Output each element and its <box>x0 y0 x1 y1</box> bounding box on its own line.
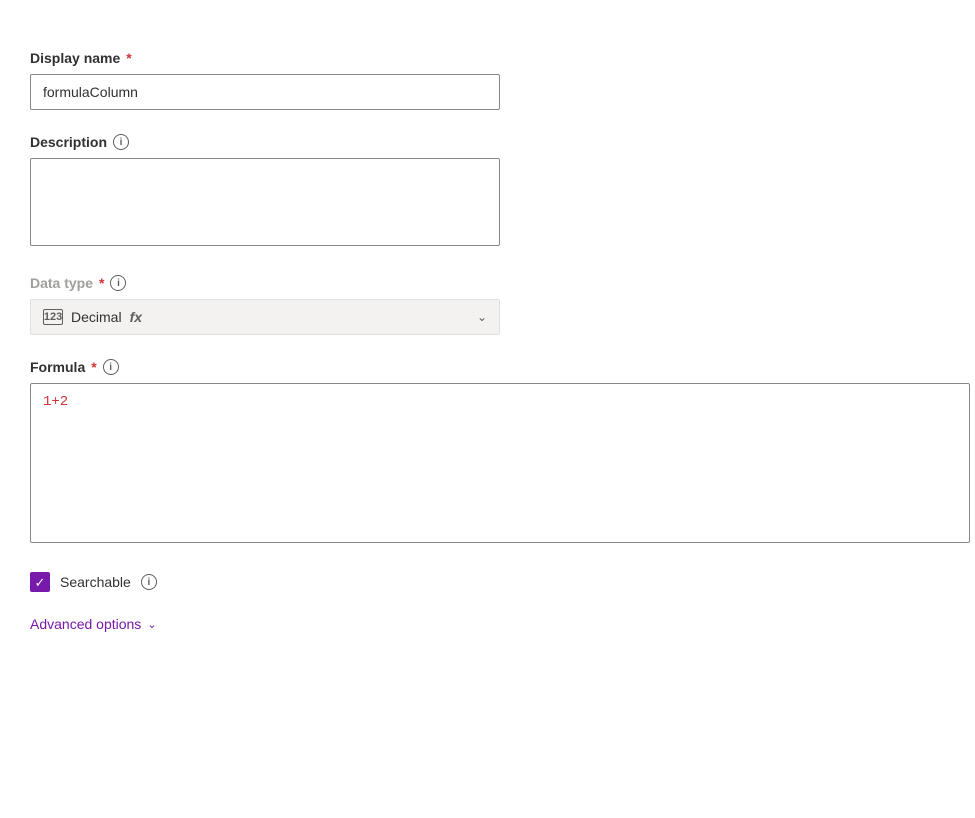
display-name-label-text: Display name <box>30 50 120 66</box>
chevron-down-icon: ⌄ <box>477 310 487 324</box>
data-type-required: * <box>99 275 104 291</box>
description-input[interactable] <box>30 158 500 246</box>
formula-label: Formula * i <box>30 359 945 375</box>
advanced-options-label: Advanced options <box>30 616 141 632</box>
searchable-group: ✓ Searchable i <box>30 572 945 592</box>
formula-label-text: Formula <box>30 359 85 375</box>
display-name-label: Display name * <box>30 50 945 66</box>
formula-required: * <box>91 359 96 375</box>
searchable-checkbox[interactable]: ✓ <box>30 572 50 592</box>
data-type-label: Data type * i <box>30 275 945 291</box>
description-label: Description i <box>30 134 945 150</box>
formula-wrapper: 1+2 <box>30 383 970 548</box>
display-name-group: Display name * <box>30 50 945 110</box>
dropdown-left-content: 123 Decimal fx <box>43 309 142 325</box>
description-label-text: Description <box>30 134 107 150</box>
formula-group: Formula * i 1+2 <box>30 359 945 548</box>
display-name-input[interactable] <box>30 74 500 110</box>
display-name-required: * <box>126 50 131 66</box>
data-type-group: Data type * i 123 Decimal fx ⌄ <box>30 275 945 335</box>
advanced-options-chevron-icon: ⌄ <box>147 618 156 631</box>
description-info-icon[interactable]: i <box>113 134 129 150</box>
number-icon: 123 <box>43 309 63 325</box>
advanced-options-link[interactable]: Advanced options ⌄ <box>30 616 157 632</box>
dropdown-selected-value: Decimal <box>71 309 122 325</box>
data-type-info-icon[interactable]: i <box>110 275 126 291</box>
fx-icon: fx <box>130 309 142 325</box>
description-group: Description i <box>30 134 945 251</box>
check-icon: ✓ <box>35 576 46 589</box>
formula-input[interactable]: 1+2 <box>30 383 970 543</box>
form-container: Display name * Description i Data type *… <box>20 30 955 652</box>
formula-info-icon[interactable]: i <box>103 359 119 375</box>
searchable-label-text: Searchable <box>60 574 131 590</box>
data-type-label-text: Data type <box>30 275 93 291</box>
data-type-dropdown[interactable]: 123 Decimal fx ⌄ <box>30 299 500 335</box>
searchable-info-icon[interactable]: i <box>141 574 157 590</box>
